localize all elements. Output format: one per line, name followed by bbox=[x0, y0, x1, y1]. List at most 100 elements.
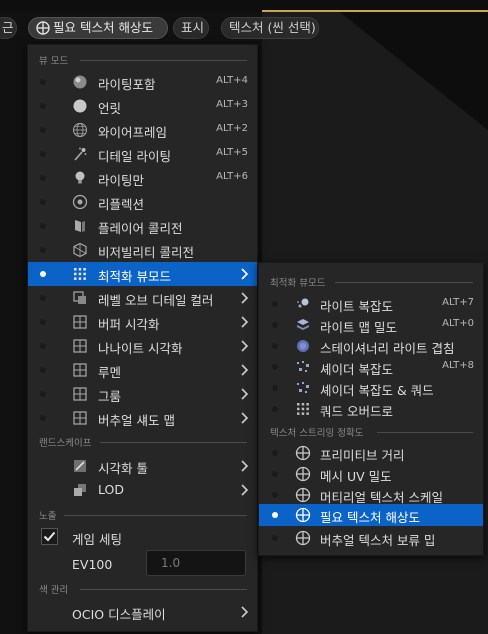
light-bulb-icon bbox=[75, 171, 85, 184]
view-mode-button[interactable]: 필요 텍스처 해상도 bbox=[28, 17, 168, 39]
lumen-icon bbox=[73, 363, 87, 377]
nanite-visualization-icon bbox=[73, 339, 87, 353]
menu-item-label: 비저빌리티 콜리전 bbox=[98, 245, 194, 260]
menu-item-visibility-collision[interactable]: 비저빌리티 콜리전 bbox=[28, 238, 257, 262]
visibility-collision-icon bbox=[73, 242, 87, 258]
section-label: 텍스처 스트리밍 정확도 bbox=[270, 428, 364, 439]
menu-item-detail-lighting[interactable]: 디테일 라이팅 ALT+5 bbox=[28, 142, 257, 166]
shortcut: ALT+6 bbox=[216, 171, 248, 182]
menu-item-label: 라이팅만 bbox=[98, 173, 145, 188]
divider bbox=[377, 432, 473, 433]
menu-item-virtual-shadow-map[interactable]: 버추얼 섀도 맵 bbox=[28, 406, 257, 430]
menu-item-groom[interactable]: 그룸 bbox=[28, 382, 257, 406]
chevron-right-icon bbox=[241, 460, 249, 472]
section-landscape: 랜드스케이프 bbox=[28, 433, 257, 451]
submenu-item-quad-overdraw[interactable]: 쿼드 오버드로 bbox=[259, 397, 483, 421]
menu-item-ocio-display[interactable]: OCIO 디스플레이 bbox=[28, 600, 257, 624]
menu-item-optimization-viewmodes[interactable]: 최적화 뷰모드 bbox=[28, 262, 257, 286]
radio-dot bbox=[40, 391, 46, 397]
menu-item-reflections[interactable]: 리플렉션 bbox=[28, 190, 257, 214]
chevron-right-icon bbox=[241, 268, 249, 280]
required-texture-resolution-icon bbox=[295, 507, 311, 523]
ev100-input[interactable]: 1.0 bbox=[146, 550, 246, 576]
optimization-grid-icon bbox=[74, 268, 86, 280]
menu-item-label: OCIO 디스플레이 bbox=[72, 607, 166, 622]
menu-item-wireframe[interactable]: 와이어프레임 ALT+2 bbox=[28, 118, 257, 142]
menu-item-label: 와이어프레임 bbox=[98, 125, 168, 140]
radio-dot bbox=[40, 79, 46, 85]
radio-dot bbox=[40, 223, 46, 229]
radio-dot bbox=[40, 367, 46, 373]
menu-item-label: 나나이트 시각화 bbox=[98, 341, 183, 356]
chevron-right-icon bbox=[241, 316, 249, 328]
viewport-toolbar: 근 필요 텍스처 해상도 표시 텍스처 (씬 선택) bbox=[0, 15, 488, 41]
lit-sphere-icon bbox=[73, 75, 87, 89]
menu-item-label: 리플렉션 bbox=[98, 197, 145, 212]
radio-dot bbox=[272, 471, 278, 477]
chevron-right-icon bbox=[241, 364, 249, 376]
radio-dot bbox=[272, 301, 278, 307]
radio-dot bbox=[40, 319, 46, 325]
light-complexity-icon bbox=[297, 298, 309, 308]
optimization-viewmodes-submenu: 최적화 뷰모드 라이트 복잡도 ALT+7 라이트 맵 밀도 ALT+0 스테이… bbox=[258, 262, 484, 556]
radio-dot bbox=[272, 492, 278, 498]
radio-dot bbox=[272, 512, 278, 518]
radio-dot bbox=[272, 385, 278, 391]
menu-item-label: 시각화 툴 bbox=[98, 461, 148, 476]
game-settings-toggle[interactable]: 게임 세팅 bbox=[28, 525, 257, 549]
stationary-light-overlap-icon bbox=[297, 340, 309, 352]
radio-dot bbox=[40, 151, 46, 157]
section-label: 최적화 뷰모드 bbox=[270, 278, 326, 289]
ev100-label: EV100 bbox=[72, 557, 113, 572]
menu-item-lit[interactable]: 라이팅포함 ALT+4 bbox=[28, 70, 257, 94]
groom-icon bbox=[73, 387, 87, 401]
material-texture-scale-icon bbox=[295, 487, 311, 503]
texture-label: 텍스처 (씬 선택) bbox=[229, 20, 316, 35]
radio-dot bbox=[40, 271, 46, 277]
detail-lighting-icon bbox=[74, 147, 87, 161]
menu-item-label: 플레이어 콜리전 bbox=[98, 221, 183, 236]
game-settings-checkbox[interactable] bbox=[41, 528, 58, 545]
radio-dot bbox=[272, 450, 278, 456]
divider bbox=[80, 589, 247, 590]
menu-item-label: 그룸 bbox=[98, 389, 122, 404]
submenu-item-label: 필요 텍스처 해상도 bbox=[320, 510, 420, 525]
menu-item-label: 디테일 라이팅 bbox=[98, 149, 171, 164]
submenu-item-required-texture-resolution[interactable]: 필요 텍스처 해상도 bbox=[259, 504, 483, 526]
texture-button[interactable]: 텍스처 (씬 선택) bbox=[221, 17, 319, 39]
divider bbox=[335, 282, 473, 283]
shortcut: ALT+8 bbox=[442, 360, 474, 371]
toolbar-left-button[interactable]: 근 bbox=[0, 17, 17, 39]
shortcut: ALT+3 bbox=[216, 99, 248, 110]
menu-item-lod-coloration[interactable]: 레벨 오브 디테일 컬러 bbox=[28, 286, 257, 310]
divider bbox=[80, 60, 247, 61]
shortcut: ALT+4 bbox=[216, 75, 248, 86]
buffer-visualization-icon bbox=[73, 315, 87, 329]
radio-dot bbox=[272, 322, 278, 328]
divider bbox=[100, 442, 247, 443]
radio-dot bbox=[40, 295, 46, 301]
show-button[interactable]: 표시 bbox=[173, 17, 209, 39]
menu-item-label: 버추얼 섀도 맵 bbox=[98, 413, 175, 428]
menu-item-lighting-only[interactable]: 라이팅만 ALT+6 bbox=[28, 166, 257, 190]
menu-item-nanite-visualization[interactable]: 나나이트 시각화 bbox=[28, 334, 257, 358]
section-exposure: 노출 bbox=[28, 506, 257, 524]
viewport-accent-line bbox=[262, 10, 488, 12]
lod-coloration-icon bbox=[73, 291, 86, 304]
radio-dot bbox=[272, 535, 278, 541]
reflection-icon bbox=[72, 194, 88, 210]
ev100-value: 1.0 bbox=[161, 556, 181, 570]
wireframe-sphere-icon bbox=[73, 123, 87, 137]
section-label: 노출 bbox=[39, 511, 57, 522]
menu-item-visualizer-tools[interactable]: 시각화 툴 bbox=[28, 454, 257, 478]
menu-item-buffer-visualization[interactable]: 버퍼 시각화 bbox=[28, 310, 257, 334]
virtual-texture-pending-mips-icon bbox=[295, 530, 311, 546]
menu-item-label: 루멘 bbox=[98, 365, 122, 380]
radio-dot bbox=[272, 364, 278, 370]
checkmark-icon bbox=[43, 531, 56, 542]
menu-item-lod[interactable]: LOD bbox=[28, 478, 257, 502]
menu-item-unlit[interactable]: 언릿 ALT+3 bbox=[28, 94, 257, 118]
menu-item-lumen[interactable]: 루멘 bbox=[28, 358, 257, 382]
menu-item-player-collision[interactable]: 플레이어 콜리전 bbox=[28, 214, 257, 238]
submenu-item-virtual-texture-pending-mips[interactable]: 버추얼 텍스처 보류 밉 bbox=[259, 526, 483, 550]
